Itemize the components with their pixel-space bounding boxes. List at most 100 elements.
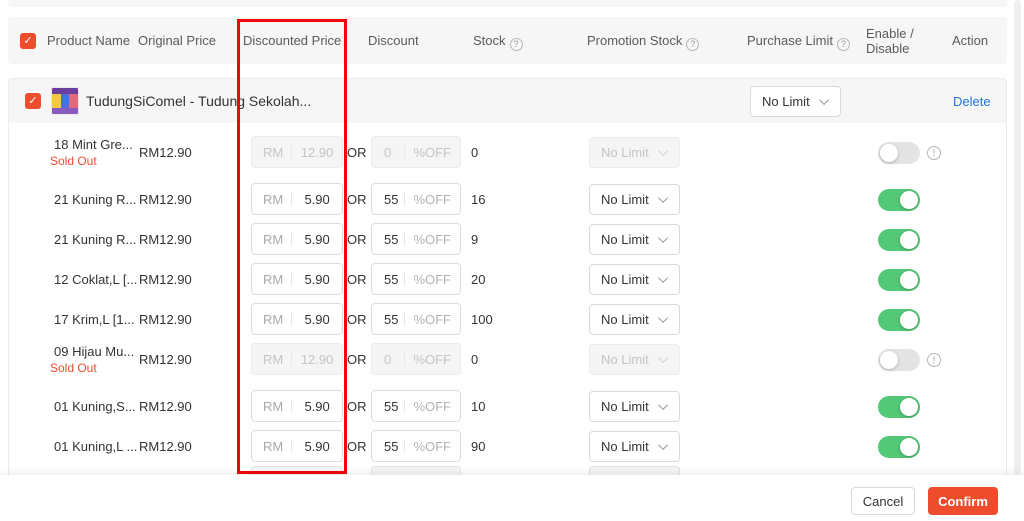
variant-purchase-limit-dropdown[interactable]: No Limit: [589, 224, 680, 255]
chevron-down-icon: [658, 193, 669, 204]
discount-value: 55: [384, 231, 399, 247]
or-label: OR: [347, 399, 367, 414]
discounted-price-input[interactable]: RM 12.90: [251, 343, 343, 375]
discount-value: 55: [384, 398, 399, 414]
product-title: TudungSiComel - Tudung Sekolah...: [86, 93, 312, 109]
percent-off-suffix: %OFF: [413, 311, 451, 327]
stock-value: 20: [471, 272, 486, 287]
discount-input[interactable]: 55 %OFF: [371, 183, 461, 215]
product-checkbox[interactable]: ✓: [25, 93, 41, 109]
discount-input[interactable]: 55 %OFF: [371, 223, 461, 255]
variant-purchase-limit-dropdown[interactable]: No Limit: [589, 264, 680, 295]
enable-toggle[interactable]: [878, 436, 920, 458]
currency-prefix: RM: [263, 144, 284, 160]
variant-name: 17 Krim,L [1...: [54, 311, 135, 327]
toggle-knob: [900, 311, 918, 329]
delete-link[interactable]: Delete: [953, 94, 991, 109]
discount-input[interactable]: 0 %OFF: [371, 343, 461, 375]
variant-name-cell: 17 Krim,L [1... Sold Out: [50, 299, 140, 339]
col-purchase-limit: Purchase Limit?: [747, 33, 850, 51]
enable-toggle[interactable]: [878, 142, 920, 164]
currency-prefix: RM: [263, 398, 284, 414]
enable-toggle[interactable]: [878, 189, 920, 211]
variant-purchase-limit-value: No Limit: [601, 399, 649, 414]
product-purchase-limit-dropdown[interactable]: No Limit: [750, 86, 841, 117]
cancel-button[interactable]: Cancel: [851, 487, 915, 515]
variant-purchase-limit-dropdown[interactable]: No Limit: [589, 391, 680, 422]
variant-name: 09 Hijau Mu...: [54, 343, 135, 359]
discounted-price-input[interactable]: RM 5.90: [251, 390, 343, 422]
variant-original-price: RM12.90: [139, 232, 192, 247]
col-promotion-stock: Promotion Stock?: [587, 33, 700, 51]
chevron-down-icon: [658, 313, 669, 324]
variant-purchase-limit-dropdown[interactable]: No Limit: [589, 137, 680, 168]
confirm-button[interactable]: Confirm: [928, 487, 998, 515]
sold-out-label: Sold Out: [50, 360, 97, 375]
select-all-checkbox[interactable]: ✓: [20, 33, 36, 49]
variant-row: 09 Hijau Mu... Sold Out RM12.90 RM 12.90…: [9, 339, 1006, 379]
enable-toggle[interactable]: [878, 229, 920, 251]
variant-name: 18 Mint Gre...: [54, 136, 133, 152]
vertical-scrollbar[interactable]: [1014, 0, 1021, 475]
discounted-price-value: 5.90: [304, 271, 330, 287]
or-label: OR: [347, 439, 367, 454]
percent-off-suffix: %OFF: [413, 351, 451, 367]
variant-purchase-limit-value: No Limit: [601, 352, 649, 367]
currency-prefix: RM: [263, 311, 284, 327]
discounted-price-input[interactable]: RM 5.90: [251, 303, 343, 335]
discount-input[interactable]: 55 %OFF: [371, 263, 461, 295]
toggle-knob: [880, 351, 898, 369]
sold-out-label: Sold Out: [50, 153, 97, 168]
variant-purchase-limit-value: No Limit: [601, 192, 649, 207]
chevron-down-icon: [658, 400, 669, 411]
variant-name-cell: 09 Hijau Mu... Sold Out: [50, 339, 140, 379]
enable-toggle[interactable]: [878, 396, 920, 418]
variant-purchase-limit-dropdown[interactable]: No Limit: [589, 344, 680, 375]
discounted-price-value: 5.90: [304, 398, 330, 414]
discount-input[interactable]: 55 %OFF: [371, 390, 461, 422]
variant-purchase-limit-dropdown[interactable]: No Limit: [589, 184, 680, 215]
discounted-price-value: 12.90: [300, 351, 334, 367]
variant-name: 12 Coklat,L [...: [54, 271, 138, 287]
variant-name-cell: 01 Kuning,S... Sold Out: [50, 386, 140, 426]
toggle-knob: [900, 231, 918, 249]
variant-name-cell: 21 Kuning R... Sold Out: [50, 179, 140, 219]
stock-tooltip-icon[interactable]: ?: [509, 38, 523, 51]
toggle-knob: [900, 398, 918, 416]
variant-original-price: RM12.90: [139, 439, 192, 454]
variant-original-price: RM12.90: [139, 352, 192, 367]
enable-toggle[interactable]: [878, 309, 920, 331]
or-label: OR: [347, 192, 367, 207]
variant-name-cell: 01 Kuning,L ... Sold Out: [50, 426, 140, 466]
enable-toggle[interactable]: [878, 349, 920, 371]
variant-name-cell: 18 Mint Gre... Sold Out: [50, 132, 140, 172]
stock-value: 90: [471, 439, 486, 454]
table-header: ✓ Product Name Original Price Discounted…: [8, 17, 1007, 64]
discounted-price-value: 12.90: [300, 144, 334, 160]
chevron-down-icon: [658, 273, 669, 284]
toggle-knob: [880, 144, 898, 162]
discount-input[interactable]: 55 %OFF: [371, 303, 461, 335]
enable-toggle[interactable]: [878, 269, 920, 291]
discounted-price-input[interactable]: RM 5.90: [251, 223, 343, 255]
discounted-price-input[interactable]: RM 5.90: [251, 430, 343, 462]
chevron-down-icon: [658, 233, 669, 244]
toggle-knob: [900, 438, 918, 456]
chevron-down-icon: [658, 353, 669, 364]
or-label: OR: [347, 272, 367, 287]
discounted-price-input[interactable]: RM 5.90: [251, 183, 343, 215]
variant-purchase-limit-dropdown[interactable]: No Limit: [589, 431, 680, 462]
variant-purchase-limit-dropdown[interactable]: No Limit: [589, 304, 680, 335]
discount-input[interactable]: 0 %OFF: [371, 136, 461, 168]
or-label: OR: [347, 312, 367, 327]
discount-input[interactable]: 55 %OFF: [371, 430, 461, 462]
discounted-price-input[interactable]: RM 12.90: [251, 136, 343, 168]
discounted-price-input[interactable]: RM 5.90: [251, 263, 343, 295]
promotion-stock-tooltip-icon[interactable]: ?: [686, 38, 700, 51]
product-card: ✓ TudungSiComel - Tudung Sekolah... No L…: [8, 78, 1007, 478]
discounted-price-value: 5.90: [304, 438, 330, 454]
stock-value: 9: [471, 232, 479, 247]
purchase-limit-tooltip-icon[interactable]: ?: [836, 38, 850, 51]
product-thumbnail: [51, 87, 79, 115]
previous-section-edge: [8, 0, 1007, 7]
